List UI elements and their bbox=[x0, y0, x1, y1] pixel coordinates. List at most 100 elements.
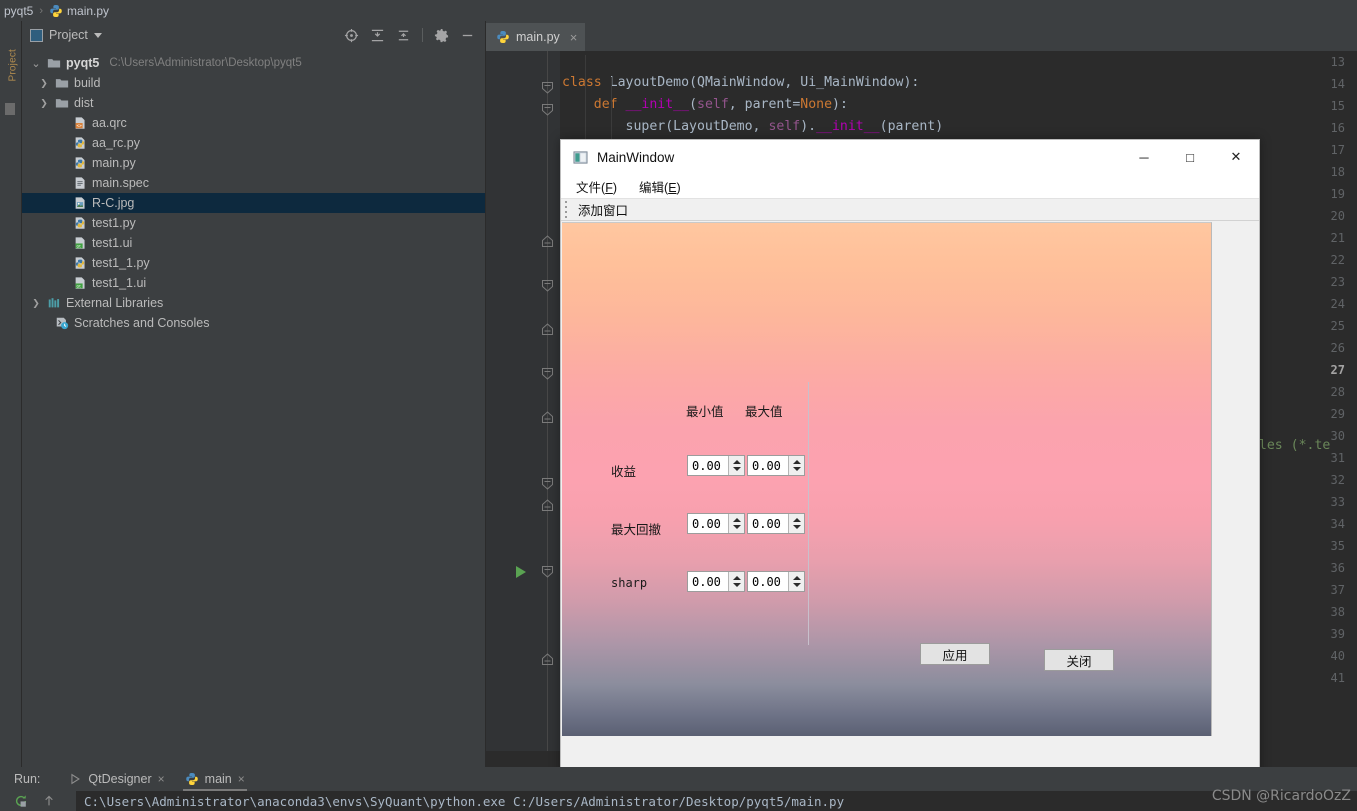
fold-marker[interactable] bbox=[541, 279, 554, 292]
spinbox-sharp-max[interactable]: 0.00 bbox=[747, 571, 805, 592]
up-arrow-icon[interactable] bbox=[42, 794, 56, 808]
chevron-right-icon[interactable]: ❯ bbox=[38, 78, 50, 89]
qt-ui-file-icon: Qt bbox=[73, 236, 87, 250]
maximize-button[interactable]: □ bbox=[1167, 140, 1213, 174]
tree-item-r-c-jpg[interactable]: R-C.jpg bbox=[22, 193, 485, 213]
libraries-icon bbox=[47, 296, 61, 310]
spinbox-stepper[interactable] bbox=[728, 572, 744, 591]
tree-item-main-py[interactable]: main.py bbox=[22, 153, 485, 173]
stepper-down-icon[interactable] bbox=[732, 467, 741, 471]
spinbox-profit-max[interactable]: 0.00 bbox=[747, 455, 805, 476]
project-panel-title[interactable]: Project bbox=[30, 28, 102, 42]
fold-guide-line bbox=[547, 51, 548, 751]
close-icon[interactable]: × bbox=[238, 772, 245, 786]
menu-item-edit-accel: E bbox=[668, 180, 677, 195]
stepper-down-icon[interactable] bbox=[792, 525, 801, 529]
project-vertical-tab[interactable]: Project bbox=[8, 32, 19, 82]
fold-marker[interactable] bbox=[541, 81, 554, 94]
tree-item-test1-1-ui[interactable]: Qt test1_1.ui bbox=[22, 273, 485, 293]
collapse-all-icon[interactable] bbox=[396, 28, 411, 43]
editor-tab-strip: main.py × bbox=[486, 21, 1357, 51]
stepper-up-icon[interactable] bbox=[732, 460, 741, 464]
fold-marker[interactable] bbox=[541, 235, 554, 248]
stepper-up-icon[interactable] bbox=[792, 518, 801, 522]
run-tab-qtdesigner[interactable]: QtDesigner × bbox=[58, 767, 174, 791]
editor-gutter[interactable] bbox=[486, 51, 560, 751]
locate-icon[interactable] bbox=[344, 28, 359, 43]
run-tab-main-label: main bbox=[204, 772, 232, 786]
tree-item-label: test1_1.py bbox=[92, 256, 150, 270]
toolbar-grip-handle[interactable] bbox=[561, 198, 570, 221]
spinbox-stepper[interactable] bbox=[788, 514, 804, 533]
breadcrumb-project[interactable]: pyqt5 bbox=[4, 4, 33, 18]
tree-item-test1-1-py[interactable]: test1_1.py bbox=[22, 253, 485, 273]
stepper-up-icon[interactable] bbox=[792, 576, 801, 580]
stepper-down-icon[interactable] bbox=[792, 583, 801, 587]
tree-item-dist[interactable]: ❯ dist bbox=[22, 93, 485, 113]
spinbox-profit-min[interactable]: 0.00 bbox=[687, 455, 745, 476]
fold-marker[interactable] bbox=[541, 653, 554, 666]
tree-item-external-libraries[interactable]: ❯ External Libraries bbox=[22, 293, 485, 313]
tree-item-aa-rc-py[interactable]: aa_rc.py bbox=[22, 133, 485, 153]
line-number: 32 bbox=[1330, 473, 1345, 487]
breadcrumb-file-label: main.py bbox=[67, 3, 110, 18]
menu-item-edit[interactable]: 编辑(E) bbox=[632, 175, 688, 198]
tree-item-test1-ui[interactable]: Qt test1.ui bbox=[22, 233, 485, 253]
tree-item-main-spec[interactable]: main.spec bbox=[22, 173, 485, 193]
fold-marker[interactable] bbox=[541, 499, 554, 512]
tree-item-aa-qrc[interactable]: <> aa.qrc bbox=[22, 113, 485, 133]
close-icon[interactable]: × bbox=[570, 30, 578, 45]
stepper-down-icon[interactable] bbox=[792, 467, 801, 471]
fold-marker[interactable] bbox=[541, 323, 554, 336]
minimize-icon[interactable] bbox=[460, 28, 475, 43]
strip-marker bbox=[5, 103, 15, 115]
chevron-right-icon[interactable]: ❯ bbox=[30, 298, 42, 309]
editor-tab-main-py[interactable]: main.py × bbox=[486, 23, 586, 51]
toolbar-action-add-window[interactable]: 添加窗口 bbox=[570, 200, 636, 219]
python-file-icon bbox=[73, 156, 87, 170]
spinbox-stepper[interactable] bbox=[728, 514, 744, 533]
close-icon[interactable]: × bbox=[158, 772, 165, 786]
stepper-up-icon[interactable] bbox=[732, 518, 741, 522]
stepper-down-icon[interactable] bbox=[732, 525, 741, 529]
close-action-button[interactable]: 关闭 bbox=[1044, 649, 1114, 671]
fold-marker[interactable] bbox=[541, 565, 554, 578]
breadcrumb-file[interactable]: main.py bbox=[49, 4, 109, 18]
spinbox-stepper[interactable] bbox=[728, 456, 744, 475]
minimize-button[interactable]: ─ bbox=[1121, 140, 1167, 174]
fold-marker[interactable] bbox=[541, 477, 554, 490]
tree-item-build[interactable]: ❯ build bbox=[22, 73, 485, 93]
chevron-right-icon[interactable]: ❯ bbox=[38, 98, 50, 109]
gear-icon[interactable] bbox=[434, 28, 449, 43]
tree-item-pyqt5[interactable]: ⌄ pyqt5 C:\Users\Administrator\Desktop\pyq… bbox=[22, 53, 485, 73]
fold-marker[interactable] bbox=[541, 411, 554, 424]
run-gutter-icon[interactable] bbox=[516, 566, 526, 578]
spinbox-drawdown-min[interactable]: 0.00 bbox=[687, 513, 745, 534]
line-number: 24 bbox=[1330, 297, 1345, 311]
rerun-icon[interactable] bbox=[14, 794, 28, 808]
spinbox-drawdown-max[interactable]: 0.00 bbox=[747, 513, 805, 534]
expand-all-icon[interactable] bbox=[370, 28, 385, 43]
qt-main-window[interactable]: MainWindow ─ □ ✕ 文件(F) 编辑(E) 添加窗口 最小值 最大… bbox=[560, 139, 1260, 802]
stepper-up-icon[interactable] bbox=[732, 576, 741, 580]
stepper-up-icon[interactable] bbox=[792, 460, 801, 464]
qt-title-bar[interactable]: MainWindow ─ □ ✕ bbox=[561, 140, 1259, 174]
line-number: 19 bbox=[1330, 187, 1345, 201]
tree-item-scratches-and-consoles[interactable]: Scratches and Consoles bbox=[22, 313, 485, 333]
spinbox-stepper[interactable] bbox=[788, 456, 804, 475]
apply-button[interactable]: 应用 bbox=[920, 643, 990, 665]
menu-item-file[interactable]: 文件(F) bbox=[569, 175, 624, 198]
fold-marker[interactable] bbox=[541, 103, 554, 116]
run-tab-main[interactable]: main × bbox=[175, 767, 255, 791]
fold-marker[interactable] bbox=[541, 367, 554, 380]
stepper-down-icon[interactable] bbox=[732, 583, 741, 587]
tree-item-test1-py[interactable]: test1.py bbox=[22, 213, 485, 233]
spinbox-stepper[interactable] bbox=[788, 572, 804, 591]
row-label-profit: 收益 bbox=[611, 465, 637, 479]
close-button[interactable]: ✕ bbox=[1213, 140, 1259, 174]
breadcrumb: pyqt5 › main.py bbox=[0, 0, 1357, 21]
column-header-min: 最小值 bbox=[686, 405, 724, 419]
chevron-down-icon[interactable]: ⌄ bbox=[30, 57, 42, 70]
spinbox-sharp-min[interactable]: 0.00 bbox=[687, 571, 745, 592]
chevron-down-icon[interactable] bbox=[93, 32, 102, 38]
